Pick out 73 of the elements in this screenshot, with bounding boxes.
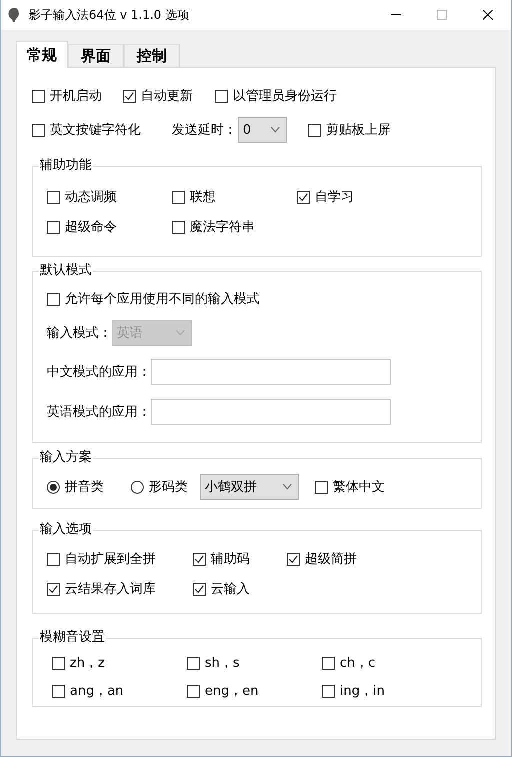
field-label: 英语模式的应用： xyxy=(47,404,151,421)
group-title: 输入方案 xyxy=(39,450,93,466)
checkbox[interactable] xyxy=(322,684,335,698)
radio-label: 拼音类 xyxy=(65,479,104,496)
checkbox-label: 自学习 xyxy=(315,189,354,206)
checkbox-label: 以管理员身份运行 xyxy=(233,88,337,105)
radio-button[interactable] xyxy=(47,480,60,494)
checkbox[interactable] xyxy=(52,684,65,698)
checkbox[interactable] xyxy=(47,190,60,204)
checkbox[interactable] xyxy=(187,656,200,670)
checkbox-label: 辅助码 xyxy=(211,551,250,568)
chevron-down-icon xyxy=(271,127,280,133)
checkbox-label: 动态调频 xyxy=(65,189,117,206)
checkbox[interactable] xyxy=(32,90,45,102)
app-icon xyxy=(7,7,21,23)
window-title: 影子输入法64位 v 1.1.0 选项 xyxy=(29,6,190,24)
checkbox[interactable] xyxy=(47,220,60,234)
group-title: 辅助功能 xyxy=(39,158,93,174)
input-field[interactable] xyxy=(151,359,391,385)
checkbox-label: ang，an xyxy=(70,683,124,700)
checkbox-label: 开机启动 xyxy=(50,88,102,105)
checkbox-label: 剪贴板上屏 xyxy=(326,122,391,139)
checkbox[interactable] xyxy=(193,582,206,596)
checkbox[interactable] xyxy=(47,582,60,596)
tab[interactable]: 常规 xyxy=(16,41,68,68)
checkbox[interactable] xyxy=(47,292,60,306)
checkbox[interactable] xyxy=(287,552,300,566)
field-label: 中文模式的应用： xyxy=(47,364,151,381)
checkbox-label: zh，z xyxy=(70,655,105,672)
checkbox[interactable] xyxy=(47,552,60,566)
checkbox[interactable] xyxy=(215,90,228,102)
radio-label: 形码类 xyxy=(149,479,188,496)
checkbox-label: eng，en xyxy=(205,683,259,700)
checkbox[interactable] xyxy=(297,190,310,204)
checkbox[interactable] xyxy=(172,190,185,204)
group-title: 默认模式 xyxy=(39,263,93,279)
checkbox-label: 超级命令 xyxy=(65,219,117,236)
checkbox-label: ch，c xyxy=(340,655,376,672)
chevron-down-icon xyxy=(176,330,185,336)
chevron-down-icon xyxy=(283,484,292,490)
checkbox[interactable] xyxy=(187,684,200,698)
checkbox-label: 繁体中文 xyxy=(333,479,385,496)
checkbox-label: 英文按键字符化 xyxy=(50,122,141,139)
group-title: 输入选项 xyxy=(39,522,93,538)
field-label: 发送延时： xyxy=(172,122,237,139)
checkbox[interactable] xyxy=(308,124,321,136)
field-label: 输入模式： xyxy=(47,325,112,342)
radio-button[interactable] xyxy=(131,480,144,494)
input-field[interactable] xyxy=(151,399,391,425)
checkbox-label: sh，s xyxy=(205,655,240,672)
checkbox-label: 允许每个应用使用不同的输入模式 xyxy=(65,291,260,308)
checkbox-label: ing，in xyxy=(340,683,385,700)
checkbox[interactable] xyxy=(193,552,206,566)
dropdown[interactable]: 0 xyxy=(238,117,287,143)
dropdown[interactable]: 小鹤双拼 xyxy=(200,474,299,500)
checkbox-label: 自动更新 xyxy=(141,88,193,105)
checkbox-label: 魔法字符串 xyxy=(190,219,255,236)
checkbox-label: 超级简拼 xyxy=(305,551,357,568)
checkbox[interactable] xyxy=(123,90,136,102)
checkbox[interactable] xyxy=(172,220,185,234)
close-icon xyxy=(483,10,493,20)
checkbox-label: 云输入 xyxy=(211,581,250,598)
checkbox-label: 云结果存入词库 xyxy=(65,581,156,598)
checkbox[interactable] xyxy=(315,480,328,494)
checkbox-label: 联想 xyxy=(190,189,216,206)
tab[interactable]: 控制 xyxy=(124,44,180,67)
group-title: 模糊音设置 xyxy=(39,630,106,646)
maximize-icon xyxy=(437,10,447,20)
checkbox[interactable] xyxy=(322,656,335,670)
checkbox[interactable] xyxy=(52,656,65,670)
tab[interactable]: 界面 xyxy=(68,44,124,67)
checkbox-label: 自动扩展到全拼 xyxy=(65,551,156,568)
checkbox[interactable] xyxy=(32,124,45,136)
